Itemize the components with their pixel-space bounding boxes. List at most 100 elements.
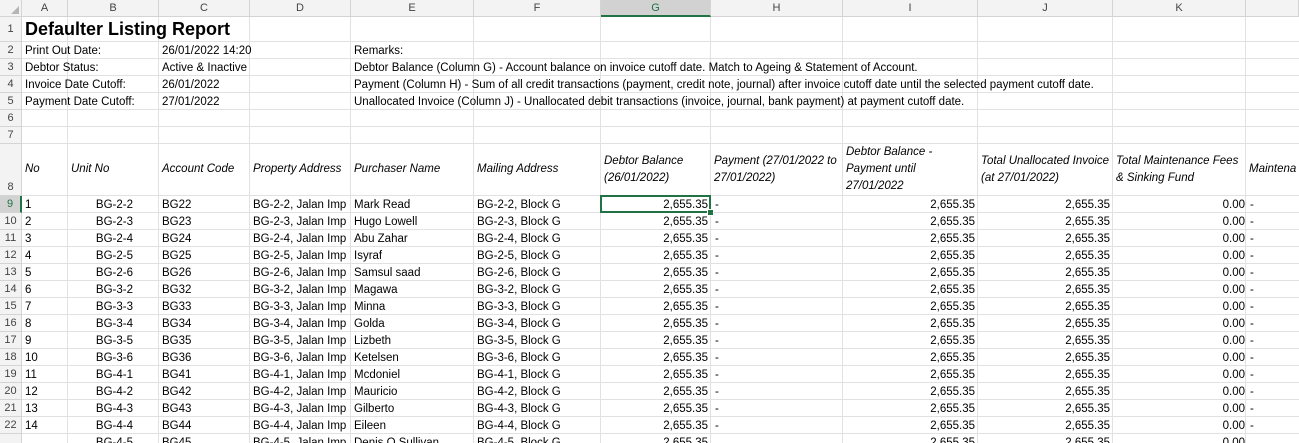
balance-after-payment-cell[interactable]: 2,655.35 [843,332,978,349]
purchaser-name-cell[interactable]: Ketelsen [351,349,474,366]
account-code-cell[interactable]: BG22 [159,196,250,213]
payment-cell[interactable]: - [711,298,843,315]
unit-no-cell[interactable]: BG-3-4 [68,315,159,332]
column-header[interactable]: I [843,0,978,17]
account-code-cell[interactable]: BG41 [159,366,250,383]
unallocated-invoice-cell[interactable]: 2,655.35 [978,400,1113,417]
fill-handle[interactable] [707,209,714,216]
row-header[interactable]: 5 [0,93,22,110]
payment-cell[interactable]: - [711,196,843,213]
debtor-balance-cell[interactable]: 2,655.35 [601,332,711,349]
payment-cell[interactable]: - [711,332,843,349]
purchaser-name-cell[interactable]: Minna [351,298,474,315]
mailing-address-cell[interactable]: BG-2-5, Block G [474,247,601,264]
unit-no-cell[interactable]: BG-2-6 [68,264,159,281]
maintenance-cell[interactable]: - [1246,383,1299,400]
column-heading-cell[interactable]: Maintena [1246,144,1299,196]
payment-cell[interactable]: - [711,417,843,434]
property-address-cell[interactable]: BG-3-6, Jalan Imp [250,349,351,366]
property-address-cell[interactable]: BG-2-6, Jalan Imp [250,264,351,281]
purchaser-name-cell[interactable]: Eileen [351,417,474,434]
purchaser-name-cell[interactable]: Gilberto [351,400,474,417]
property-address-cell[interactable]: BG-3-3, Jalan Imp [250,298,351,315]
property-address-cell[interactable]: BG-4-2, Jalan Imp [250,383,351,400]
no-cell[interactable]: 6 [22,281,68,298]
account-code-cell[interactable]: BG26 [159,264,250,281]
purchaser-name-cell[interactable]: Hugo Lowell [351,213,474,230]
property-address-cell[interactable]: BG-3-5, Jalan Imp [250,332,351,349]
mailing-address-cell[interactable]: BG-4-3, Block G [474,400,601,417]
payment-cell[interactable]: - [711,264,843,281]
payment-cell[interactable]: - [711,383,843,400]
column-header[interactable]: K [1113,0,1246,17]
column-header[interactable]: E [351,0,474,17]
row-header[interactable]: 17 [0,332,22,349]
maintenance-fee-cell[interactable]: 0.00 [1113,349,1246,366]
maintenance-cell[interactable]: - [1246,281,1299,298]
purchaser-name-cell[interactable]: Abu Zahar [351,230,474,247]
payment-cell[interactable]: - [711,281,843,298]
column-heading-cell[interactable]: Debtor Balance (26/01/2022) [601,144,711,196]
unallocated-invoice-cell[interactable]: 2,655.35 [978,349,1113,366]
row-header[interactable]: 13 [0,264,22,281]
account-code-cell[interactable]: BG35 [159,332,250,349]
column-header[interactable]: F [474,0,601,17]
no-cell[interactable]: 9 [22,332,68,349]
unit-no-cell[interactable]: BG-4-1 [68,366,159,383]
row-header[interactable]: 6 [0,110,22,127]
balance-after-payment-cell[interactable]: 2,655.35 [843,196,978,213]
maintenance-cell[interactable]: - [1246,366,1299,383]
balance-after-payment-cell[interactable]: 2,655.35 [843,264,978,281]
row-header[interactable]: 20 [0,383,22,400]
maintenance-fee-cell[interactable]: 0.00 [1113,315,1246,332]
maintenance-fee-cell[interactable]: 0.00 [1113,230,1246,247]
debtor-balance-cell[interactable]: 2,655.35 [601,213,711,230]
account-code-cell[interactable]: BG43 [159,400,250,417]
balance-after-payment-cell[interactable]: 2,655.35 [843,349,978,366]
row-header[interactable]: 15 [0,298,22,315]
maintenance-fee-cell[interactable]: 0.00 [1113,213,1246,230]
debtor-balance-cell[interactable]: 2,655.35 [601,400,711,417]
spreadsheet-grid[interactable]: A B C D E F G H I J K 1 2 3 4 5 6 7 8 9 10 11 12 13 14 15 16 17 18 19… [0,0,1299,443]
property-address-cell[interactable]: BG-4-3, Jalan Imp [250,400,351,417]
unallocated-invoice-cell[interactable]: 2,655.35 [978,247,1113,264]
remark-text[interactable]: Unallocated Invoice (Column J) - Unalloc… [351,93,1299,110]
no-cell[interactable]: 12 [22,383,68,400]
info-value[interactable]: 26/01/2022 14:20 [159,42,351,59]
column-header[interactable] [1246,0,1299,17]
unit-no-cell[interactable]: BG-4-5 [68,434,159,443]
maintenance-fee-cell[interactable]: 0.00 [1113,434,1246,443]
column-header[interactable]: C [159,0,250,17]
unit-no-cell[interactable]: BG-2-5 [68,247,159,264]
debtor-balance-cell[interactable]: 2,655.35 [601,247,711,264]
unallocated-invoice-cell[interactable]: 2,655.35 [978,383,1113,400]
no-cell[interactable]: 8 [22,315,68,332]
account-code-cell[interactable]: BG36 [159,349,250,366]
remark-text[interactable]: Remarks: [351,42,1299,59]
no-cell[interactable]: 13 [22,400,68,417]
column-heading-cell[interactable]: Total Unallocated Invoice (at 27/01/2022… [978,144,1113,196]
maintenance-cell[interactable]: - [1246,417,1299,434]
debtor-balance-cell[interactable]: 2,655.35 [601,383,711,400]
no-cell[interactable] [22,434,68,443]
unit-no-cell[interactable]: BG-3-6 [68,349,159,366]
info-label[interactable]: Invoice Date Cutoff: [22,76,159,93]
property-address-cell[interactable]: BG-2-5, Jalan Imp [250,247,351,264]
unallocated-invoice-cell[interactable]: 2,655.35 [978,298,1113,315]
balance-after-payment-cell[interactable]: 2,655.35 [843,366,978,383]
unit-no-cell[interactable]: BG-3-5 [68,332,159,349]
info-label[interactable]: Payment Date Cutoff: [22,93,159,110]
row-header[interactable]: 12 [0,247,22,264]
debtor-balance-cell[interactable]: 2,655.35 [601,281,711,298]
maintenance-fee-cell[interactable]: 0.00 [1113,383,1246,400]
mailing-address-cell[interactable]: BG-4-4, Block G [474,417,601,434]
row-header[interactable]: 8 [0,144,22,196]
column-header[interactable]: D [250,0,351,17]
account-code-cell[interactable]: BG42 [159,383,250,400]
balance-after-payment-cell[interactable]: 2,655.35 [843,383,978,400]
row-header[interactable]: 4 [0,76,22,93]
balance-after-payment-cell[interactable]: 2,655.35 [843,281,978,298]
info-value[interactable]: 26/01/2022 [159,76,351,93]
remark-text[interactable]: Debtor Balance (Column G) - Account bala… [351,59,1299,76]
column-heading-cell[interactable]: Mailing Address [474,144,601,196]
